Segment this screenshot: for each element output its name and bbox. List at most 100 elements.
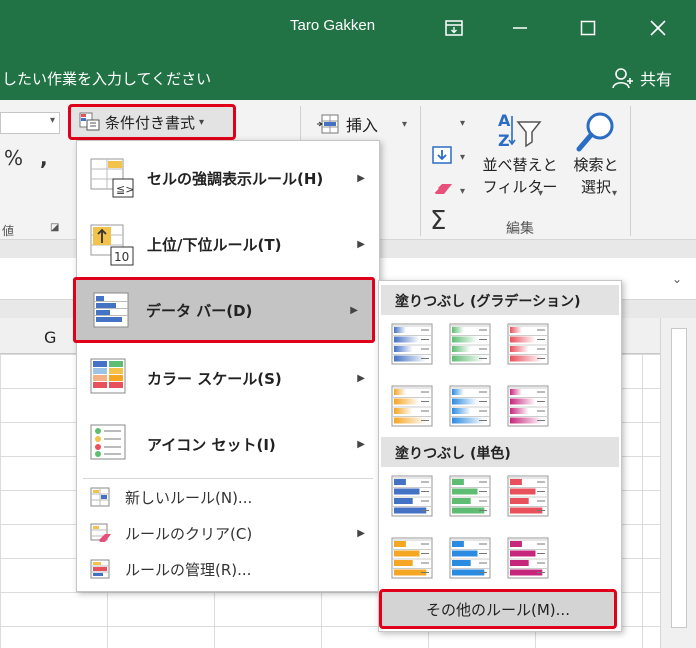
- share-button[interactable]: 共有: [612, 66, 672, 90]
- new-rule-icon: [90, 487, 110, 507]
- fill-down-icon[interactable]: [432, 146, 452, 164]
- group-separator: [630, 106, 631, 236]
- gradient-bar-orange[interactable]: [391, 385, 433, 427]
- menu-item-icon-sets[interactable]: アイコン セット(I) ▶: [77, 411, 379, 477]
- solid-fill-header: 塗りつぶし (単色): [381, 437, 619, 467]
- chevron-down-icon[interactable]: ⌄: [672, 272, 682, 286]
- insert-button[interactable]: 挿入 ▾: [316, 112, 407, 136]
- solid-bar-orange[interactable]: [391, 537, 433, 579]
- sort-filter-line1: 並べ替えと: [482, 156, 558, 174]
- menu-item-color-scales[interactable]: カラー スケール(S) ▶: [77, 345, 379, 411]
- insert-cells-icon: [317, 114, 339, 134]
- svg-text:Z: Z: [498, 131, 510, 150]
- chevron-right-icon: ▶: [357, 438, 365, 450]
- svg-text:10: 10: [114, 250, 129, 264]
- chevron-down-icon: ▾: [49, 115, 55, 126]
- gradient-bar-blue[interactable]: [391, 323, 433, 365]
- solid-bar-lightblue[interactable]: [449, 537, 491, 579]
- chevron-down-icon: ▾: [402, 118, 408, 130]
- ribbon-display-options-button[interactable]: [436, 10, 472, 46]
- gradient-bar-red[interactable]: [507, 323, 549, 365]
- solid-bar-green[interactable]: [449, 475, 491, 517]
- data-bar-submenu: 塗りつぶし (グラデーション) 塗りつぶし (単色) その他のルール(M)...: [378, 280, 622, 632]
- menu-item-label: 新しいルール(N)...: [125, 488, 253, 507]
- number-group-label: 値: [2, 224, 15, 238]
- chevron-right-icon: ▶: [357, 372, 365, 384]
- menu-item-label: ルールの管理(R)...: [125, 560, 252, 579]
- chevron-down-icon[interactable]: ▾: [460, 152, 465, 163]
- column-header-g[interactable]: G: [44, 328, 56, 347]
- menu-item-label: アイコン セット(I): [147, 435, 276, 454]
- find-select-button[interactable]: 検索と 選択: [566, 110, 626, 198]
- chevron-right-icon: ▶: [357, 172, 365, 184]
- gradient-bar-green[interactable]: [449, 323, 491, 365]
- data-bar-icon: [507, 385, 549, 427]
- chevron-down-icon[interactable]: ▾: [460, 118, 465, 129]
- manage-rules-icon: [90, 559, 110, 579]
- tell-me-bar: したい作業を入力してください 共有: [0, 56, 696, 100]
- number-format-dropdown[interactable]: ▾: [0, 112, 60, 134]
- minimize-icon: [513, 27, 527, 29]
- clear-rules-icon: [90, 523, 111, 542]
- menu-item-label: ルールのクリア(C): [125, 524, 253, 543]
- title-bar: Taro Gakken: [0, 0, 696, 56]
- top-bottom-rules-icon: 10: [90, 224, 134, 266]
- chevron-right-icon: ▶: [357, 527, 365, 539]
- data-bar-icon: [391, 385, 433, 427]
- conditional-format-icon: [79, 112, 100, 131]
- person-add-icon: [612, 68, 633, 89]
- close-icon: [650, 20, 666, 36]
- solid-bar-purple[interactable]: [507, 537, 549, 579]
- tell-me-input[interactable]: したい作業を入力してください: [2, 68, 211, 89]
- close-button[interactable]: [640, 10, 676, 46]
- conditional-format-label: 条件付き書式: [105, 113, 196, 132]
- data-bar-icon: [449, 323, 491, 365]
- menu-item-clear-rules[interactable]: ルールのクリア(C) ▶: [77, 515, 379, 551]
- chevron-down-icon[interactable]: ▾: [460, 186, 465, 197]
- data-bar-icon: [449, 537, 491, 579]
- comma-style-button[interactable]: ,: [40, 146, 48, 170]
- sort-filter-button[interactable]: AZ 並べ替えと フィルター: [478, 110, 562, 198]
- scrollbar-thumb[interactable]: [671, 328, 687, 628]
- chevron-right-icon: ▶: [350, 304, 358, 316]
- data-bar-icon: [449, 475, 491, 517]
- gradient-bar-purple[interactable]: [507, 385, 549, 427]
- menu-item-data-bars[interactable]: データ バー(D) ▶: [73, 277, 375, 343]
- chevron-down-icon: ▾: [199, 116, 205, 128]
- group-separator: [420, 106, 421, 236]
- share-label: 共有: [640, 70, 673, 89]
- maximize-icon: [580, 20, 596, 36]
- data-bars-icon: [93, 292, 129, 328]
- gradient-bar-lightblue[interactable]: [449, 385, 491, 427]
- ribbon-display-icon: [445, 20, 463, 36]
- menu-item-label: カラー スケール(S): [147, 369, 282, 388]
- edit-group-label: 編集: [506, 221, 534, 237]
- insert-label: 挿入: [346, 116, 379, 135]
- dialog-launcher-icon[interactable]: ◪: [50, 222, 59, 233]
- menu-item-manage-rules[interactable]: ルールの管理(R)...: [77, 551, 379, 587]
- clear-icon[interactable]: [432, 182, 454, 196]
- vertical-scrollbar[interactable]: [660, 318, 696, 648]
- percent-style-button[interactable]: %: [4, 146, 23, 170]
- menu-item-new-rule[interactable]: 新しいルール(N)...: [77, 479, 379, 515]
- find-select-line2: 選択: [580, 178, 611, 196]
- magnifier-icon: [576, 112, 614, 152]
- solid-bar-red[interactable]: [507, 475, 549, 517]
- highlight-rules-icon: ≦>: [90, 158, 134, 198]
- conditional-format-button[interactable]: 条件付き書式 ▾: [68, 104, 236, 140]
- data-bar-icon: [391, 323, 433, 365]
- color-scales-icon: [90, 358, 126, 394]
- menu-item-top-bottom-rules[interactable]: 10 上位/下位ルール(T) ▶: [77, 211, 379, 277]
- autosum-button[interactable]: Σ: [430, 206, 446, 236]
- data-bar-icon: [449, 385, 491, 427]
- sort-filter-line2: フィルター: [482, 178, 558, 196]
- more-rules-button[interactable]: その他のルール(M)...: [379, 589, 617, 629]
- solid-bar-blue[interactable]: [391, 475, 433, 517]
- data-bar-icon: [507, 323, 549, 365]
- menu-item-label: セルの強調表示ルール(H): [147, 169, 324, 188]
- minimize-button[interactable]: [502, 10, 538, 46]
- icon-sets-icon: [90, 424, 126, 460]
- maximize-button[interactable]: [570, 10, 606, 46]
- user-name: Taro Gakken: [290, 17, 376, 34]
- menu-item-highlight-rules[interactable]: ≦> セルの強調表示ルール(H) ▶: [77, 145, 379, 211]
